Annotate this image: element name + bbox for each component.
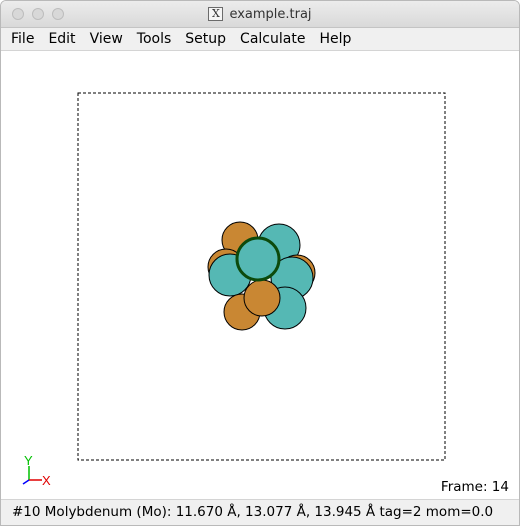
atom[interactable] xyxy=(243,279,281,317)
selected-atom[interactable] xyxy=(235,236,281,282)
x11-icon: X xyxy=(208,7,224,21)
menu-setup[interactable]: Setup xyxy=(178,31,233,47)
menu-bar: File Edit View Tools Setup Calculate Hel… xyxy=(1,28,519,51)
status-bar: #10 Molybdenum (Mo): 11.670 Å, 13.077 Å,… xyxy=(1,499,519,525)
atoms-group[interactable] xyxy=(207,221,316,331)
title-bar[interactable]: X example.traj xyxy=(1,1,519,28)
app-window: X example.traj File Edit View Tools Setu… xyxy=(0,0,520,526)
axis-z-line xyxy=(22,479,30,485)
atoms-view[interactable]: Y X xyxy=(1,51,519,499)
structure-canvas[interactable]: Y X xyxy=(1,51,519,499)
menu-edit[interactable]: Edit xyxy=(41,31,82,47)
menu-help[interactable]: Help xyxy=(312,31,358,47)
menu-calculate[interactable]: Calculate xyxy=(233,31,312,47)
axis-x-label: X xyxy=(42,473,51,488)
axis-y-label: Y xyxy=(24,453,33,468)
menu-view[interactable]: View xyxy=(83,31,130,47)
axis-indicator: Y X xyxy=(22,453,51,488)
frame-counter: Frame: 14 xyxy=(440,479,509,495)
menu-file[interactable]: File xyxy=(1,31,41,47)
title-wrap: X example.traj xyxy=(1,1,519,27)
menu-tools[interactable]: Tools xyxy=(130,31,179,47)
window-title: example.traj xyxy=(229,6,312,22)
